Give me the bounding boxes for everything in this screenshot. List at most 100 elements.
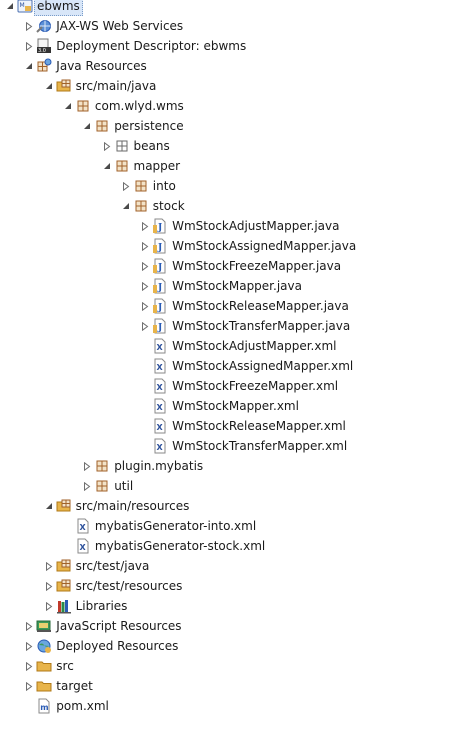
deployment-descriptor-icon: 3.0: [36, 38, 52, 54]
tree-item-jsres[interactable]: JavaScript Resources: [0, 616, 463, 636]
tree-item-x1[interactable]: X WmStockAdjustMapper.xml: [0, 336, 463, 356]
tree-item-label: beans: [133, 139, 170, 153]
tree-item-srcmainres[interactable]: src/main/resources: [0, 496, 463, 516]
tree-item-j4[interactable]: J WmStockMapper.java: [0, 276, 463, 296]
collapsed-arrow-icon[interactable]: [24, 616, 34, 636]
source-folder-icon: [56, 558, 72, 574]
xml-file-icon: X: [152, 338, 168, 354]
tree-item-srcmainjava[interactable]: src/main/java: [0, 76, 463, 96]
expanded-arrow-icon[interactable]: [102, 156, 112, 176]
tree-item-x2[interactable]: X WmStockAssignedMapper.xml: [0, 356, 463, 376]
source-folder-icon: [56, 498, 72, 514]
libraries-icon: [56, 598, 72, 614]
collapsed-arrow-icon[interactable]: [24, 16, 34, 36]
tree-item-label: persistence: [114, 119, 184, 133]
xml-file-icon: X: [152, 398, 168, 414]
tree-item-label: WmStockReleaseMapper.java: [172, 299, 349, 313]
tree-item-label: src/test/resources: [75, 579, 183, 593]
java-file-icon: J: [152, 258, 168, 274]
tree-item-pluginmybatis[interactable]: plugin.mybatis: [0, 456, 463, 476]
package-icon: [94, 478, 110, 494]
tree-item-ebwms[interactable]: Mebwms: [0, 0, 463, 16]
collapsed-arrow-icon[interactable]: [140, 296, 150, 316]
tree-item-label: WmStockFreezeMapper.xml: [172, 379, 339, 393]
collapsed-arrow-icon[interactable]: [140, 216, 150, 236]
collapsed-arrow-icon[interactable]: [82, 476, 92, 496]
xml-file-icon: X: [152, 438, 168, 454]
collapsed-arrow-icon[interactable]: [140, 276, 150, 296]
tree-item-label: into: [152, 179, 176, 193]
tree-item-into[interactable]: into: [0, 176, 463, 196]
expanded-arrow-icon[interactable]: [24, 56, 34, 76]
tree-item-label: WmStockAdjustMapper.java: [172, 219, 340, 233]
collapsed-arrow-icon[interactable]: [44, 556, 54, 576]
expanded-arrow-icon[interactable]: [5, 0, 15, 16]
xml-file-icon: X: [75, 518, 91, 534]
collapsed-arrow-icon[interactable]: [24, 676, 34, 696]
tree-item-jaxws[interactable]: JAX-WS Web Services: [0, 16, 463, 36]
expanded-arrow-icon[interactable]: [44, 76, 54, 96]
tree-item-j6[interactable]: J WmStockTransferMapper.java: [0, 316, 463, 336]
tree-item-pom[interactable]: m pom.xml: [0, 696, 463, 716]
tree-item-deploydesc[interactable]: 3.0 Deployment Descriptor: ebwms: [0, 36, 463, 56]
tree-item-x4[interactable]: X WmStockMapper.xml: [0, 396, 463, 416]
tree-item-target[interactable]: target: [0, 676, 463, 696]
tree-item-x5[interactable]: X WmStockReleaseMapper.xml: [0, 416, 463, 436]
tree-item-persistence[interactable]: persistence: [0, 116, 463, 136]
package-icon: [133, 198, 149, 214]
tree-item-j2[interactable]: J WmStockAssignedMapper.java: [0, 236, 463, 256]
collapsed-arrow-icon[interactable]: [140, 236, 150, 256]
svg-text:3.0: 3.0: [38, 48, 46, 54]
collapsed-arrow-icon[interactable]: [121, 176, 131, 196]
expanded-arrow-icon[interactable]: [44, 496, 54, 516]
tree-item-mbgstock[interactable]: XmybatisGenerator-stock.xml: [0, 536, 463, 556]
collapsed-arrow-icon[interactable]: [24, 656, 34, 676]
expanded-arrow-icon[interactable]: [82, 116, 92, 136]
svg-text:J: J: [157, 303, 162, 313]
expanded-arrow-icon[interactable]: [121, 196, 131, 216]
collapsed-arrow-icon[interactable]: [24, 36, 34, 56]
maven-file-icon: m: [36, 698, 52, 714]
tree-item-deployedres[interactable]: Deployed Resources: [0, 636, 463, 656]
collapsed-arrow-icon[interactable]: [140, 316, 150, 336]
tree-item-srctestjava[interactable]: src/test/java: [0, 556, 463, 576]
collapsed-arrow-icon[interactable]: [140, 256, 150, 276]
collapsed-arrow-icon[interactable]: [82, 456, 92, 476]
tree-item-libraries[interactable]: Libraries: [0, 596, 463, 616]
javascript-resources-icon: [36, 618, 52, 634]
tree-item-j1[interactable]: J WmStockAdjustMapper.java: [0, 216, 463, 236]
tree-item-label: WmStockAdjustMapper.xml: [172, 339, 337, 353]
svg-text:X: X: [157, 403, 164, 412]
collapsed-arrow-icon[interactable]: [44, 596, 54, 616]
tree-item-label: pom.xml: [56, 699, 109, 713]
collapsed-arrow-icon[interactable]: [24, 636, 34, 656]
svg-text:J: J: [157, 323, 162, 333]
tree-item-label: WmStockMapper.xml: [172, 399, 299, 413]
tree-item-src[interactable]: src: [0, 656, 463, 676]
project-icon: M: [17, 0, 33, 14]
tree-item-util[interactable]: util: [0, 476, 463, 496]
svg-text:J: J: [157, 263, 162, 273]
tree-item-x3[interactable]: X WmStockFreezeMapper.xml: [0, 376, 463, 396]
tree-item-beans[interactable]: beans: [0, 136, 463, 156]
tree-item-javares[interactable]: Java Resources: [0, 56, 463, 76]
tree-item-label: src/main/java: [75, 79, 157, 93]
tree-item-j3[interactable]: J WmStockFreezeMapper.java: [0, 256, 463, 276]
tree-item-j5[interactable]: J WmStockReleaseMapper.java: [0, 296, 463, 316]
expanded-arrow-icon[interactable]: [63, 96, 73, 116]
tree-item-srctestres[interactable]: src/test/resources: [0, 576, 463, 596]
package-icon: [94, 118, 110, 134]
folder-icon: [36, 678, 52, 694]
java-file-icon: J: [152, 238, 168, 254]
tree-item-x6[interactable]: X WmStockTransferMapper.xml: [0, 436, 463, 456]
collapsed-arrow-icon[interactable]: [102, 136, 112, 156]
deployed-resources-icon: [36, 638, 52, 654]
tree-item-comwlydwms[interactable]: com.wlyd.wms: [0, 96, 463, 116]
tree-item-mbginto[interactable]: XmybatisGenerator-into.xml: [0, 516, 463, 536]
tree-item-stock[interactable]: stock: [0, 196, 463, 216]
collapsed-arrow-icon[interactable]: [44, 576, 54, 596]
tree-item-label: Deployment Descriptor: ebwms: [56, 39, 247, 53]
tree-item-mapper[interactable]: mapper: [0, 156, 463, 176]
